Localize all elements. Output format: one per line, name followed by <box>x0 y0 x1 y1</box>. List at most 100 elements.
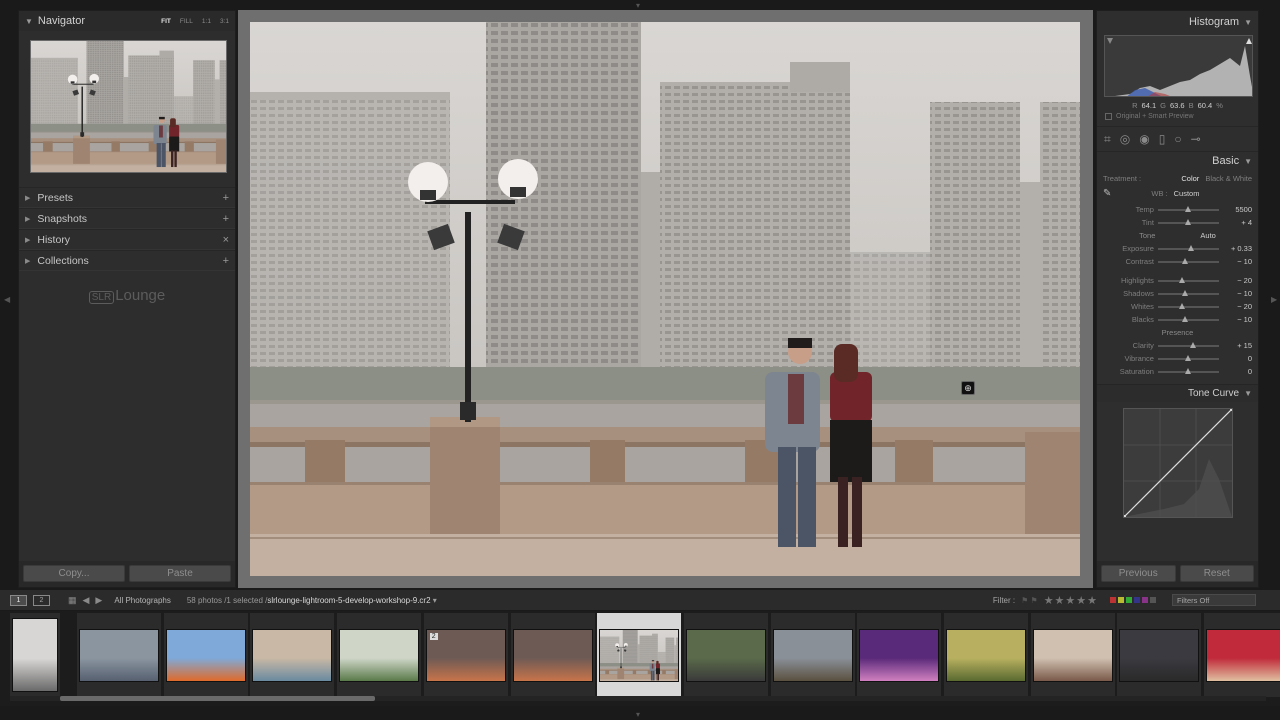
radial-filter-icon[interactable]: ○ <box>1174 133 1181 145</box>
previous-button[interactable]: Previous <box>1101 565 1176 582</box>
slider-thumb[interactable] <box>1179 302 1186 309</box>
reset-button[interactable]: Reset <box>1179 565 1254 582</box>
slider-value[interactable]: + 0.33 <box>1223 244 1252 253</box>
slider-row-highlights[interactable]: Highlights − 20 <box>1097 274 1258 287</box>
main-photo[interactable] <box>250 22 1080 576</box>
filmstrip-scrollbar[interactable] <box>10 696 1266 701</box>
collapse-triangle-icon[interactable]: ▼ <box>1244 18 1252 27</box>
filmstrip-thumb[interactable] <box>510 613 595 697</box>
graduated-filter-icon[interactable]: ▯ <box>1159 133 1166 145</box>
slider-thumb[interactable] <box>1188 244 1195 251</box>
slider-value[interactable]: + 4 <box>1223 218 1252 227</box>
star-rating-filter[interactable]: ★★★★★ <box>1044 594 1098 607</box>
slider-track[interactable] <box>1157 354 1219 361</box>
slider-value[interactable]: 5500 <box>1223 205 1252 214</box>
preview-checkbox-icon[interactable] <box>1105 113 1112 120</box>
right-panel-arrow-icon[interactable]: ▶ <box>1271 295 1277 304</box>
basic-header[interactable]: Basic ▼ <box>1097 152 1258 170</box>
slider-track[interactable] <box>1157 289 1219 296</box>
slider-thumb[interactable] <box>1185 367 1192 374</box>
filmstrip-thumb[interactable] <box>1117 613 1202 697</box>
slider-row-contrast[interactable]: Contrast − 10 <box>1097 255 1258 268</box>
histogram-header[interactable]: Histogram ▼ <box>1097 11 1258 33</box>
zoom-3-1[interactable]: 3:1 <box>220 18 229 25</box>
slider-thumb[interactable] <box>1189 341 1196 348</box>
add-preset-button[interactable]: + <box>223 192 229 204</box>
filmstrip-thumb[interactable]: 2 <box>423 613 508 697</box>
slider-value[interactable]: − 20 <box>1223 302 1252 311</box>
collapse-triangle-icon[interactable]: ▼ <box>1244 157 1252 166</box>
filmstrip-thumb[interactable] <box>857 613 942 697</box>
left-panel-arrow-icon[interactable]: ◀ <box>4 295 10 304</box>
zoom-1-1[interactable]: 1:1 <box>202 18 211 25</box>
slider-track[interactable] <box>1157 276 1219 283</box>
red-eye-icon[interactable]: ◉ <box>1139 133 1149 145</box>
copy-button[interactable]: Copy... <box>23 565 125 582</box>
slider-value[interactable]: − 10 <box>1223 289 1252 298</box>
slider-thumb[interactable] <box>1182 257 1189 264</box>
slider-thumb[interactable] <box>1185 205 1192 212</box>
slider-thumb[interactable] <box>1182 289 1189 296</box>
flag-filter-icons[interactable]: ⚑ ⚑ <box>1021 596 1038 605</box>
filmstrip-thumb[interactable] <box>250 613 335 697</box>
bottom-panel-arrow-icon[interactable]: ▾ <box>636 710 640 719</box>
slider-row-tint[interactable]: Tint + 4 <box>1097 216 1258 229</box>
slider-thumb[interactable] <box>1182 315 1189 322</box>
slider-value[interactable]: − 10 <box>1223 315 1252 324</box>
crop-icon[interactable]: ⌗ <box>1104 133 1111 145</box>
tone-curve-graph[interactable] <box>1122 407 1234 519</box>
slider-row-temp[interactable]: Temp 5500 <box>1097 203 1258 216</box>
zoom-fit[interactable]: FIT <box>161 18 171 25</box>
add-collection-button[interactable]: + <box>223 255 229 267</box>
slider-track[interactable] <box>1157 341 1219 348</box>
stack-count-badge[interactable]: 2 <box>429 632 438 640</box>
auto-tone-button[interactable]: Auto <box>1200 231 1215 240</box>
slider-track[interactable] <box>1157 205 1219 212</box>
secondary-display-button[interactable]: 2 <box>33 594 50 606</box>
spot-removal-icon[interactable]: ◎ <box>1120 133 1130 145</box>
primary-display-button[interactable]: 1 <box>10 594 27 606</box>
filmstrip-thumb[interactable] <box>770 613 855 697</box>
tone-curve-header[interactable]: Tone Curve ▼ <box>1097 384 1258 402</box>
treatment-bw-option[interactable]: Black & White <box>1205 174 1252 183</box>
eyedropper-icon[interactable]: ✎ <box>1103 188 1111 199</box>
slider-thumb[interactable] <box>1185 354 1192 361</box>
slider-value[interactable]: + 15 <box>1223 341 1252 350</box>
slider-value[interactable]: 0 <box>1223 354 1252 363</box>
collapse-triangle-icon[interactable]: ▼ <box>1244 389 1252 398</box>
filmstrip-thumb[interactable] <box>1030 613 1115 697</box>
slider-track[interactable] <box>1157 218 1219 225</box>
add-snapshot-button[interactable]: + <box>223 213 229 225</box>
slider-thumb[interactable] <box>1185 218 1192 225</box>
wb-select[interactable]: Custom <box>1174 189 1200 198</box>
slider-track[interactable] <box>1157 315 1219 322</box>
filmstrip-thumb[interactable] <box>337 613 422 697</box>
filmstrip-thumb[interactable] <box>10 613 60 697</box>
slider-row-exposure[interactable]: Exposure + 0.33 <box>1097 242 1258 255</box>
slider-track[interactable] <box>1157 367 1219 374</box>
collapse-triangle-icon[interactable]: ▼ <box>25 17 33 26</box>
slider-row-whites[interactable]: Whites − 20 <box>1097 300 1258 313</box>
adjustment-brush-icon[interactable]: ⊸ <box>1191 133 1201 145</box>
slider-row-saturation[interactable]: Saturation 0 <box>1097 365 1258 378</box>
top-panel-arrow-icon[interactable]: ▾ <box>636 1 640 10</box>
filmstrip-thumb[interactable] <box>163 613 248 697</box>
navigator-header[interactable]: ▼ Navigator FIT FILL 1:1 3:1 <box>19 11 235 31</box>
selected-filename[interactable]: slrlounge-lightroom-5-develop-workshop-9… <box>267 596 430 605</box>
filmstrip-thumb[interactable] <box>683 613 768 697</box>
zoom-fill[interactable]: FILL <box>180 18 193 25</box>
slider-track[interactable] <box>1157 244 1219 251</box>
filmstrip-source[interactable]: All Photographs <box>114 596 170 605</box>
section-snapshots[interactable]: ▶ Snapshots + <box>19 208 235 229</box>
slider-track[interactable] <box>1157 302 1219 309</box>
slider-row-blacks[interactable]: Blacks − 10 <box>1097 313 1258 326</box>
slider-value[interactable]: − 10 <box>1223 257 1252 266</box>
clear-history-button[interactable]: × <box>223 234 229 246</box>
section-history[interactable]: ▶ History × <box>19 229 235 250</box>
filmstrip-thumb[interactable] <box>77 613 161 697</box>
section-presets[interactable]: ▶ Presets + <box>19 187 235 208</box>
paste-button[interactable]: Paste <box>129 565 231 582</box>
slider-row-shadows[interactable]: Shadows − 10 <box>1097 287 1258 300</box>
section-collections[interactable]: ▶ Collections + <box>19 250 235 271</box>
histogram-graph[interactable] <box>1104 35 1253 97</box>
